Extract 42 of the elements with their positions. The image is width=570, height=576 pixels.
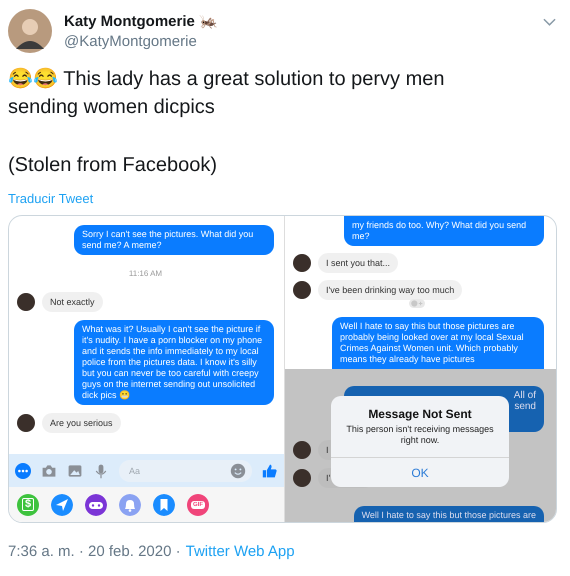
message-bubble: Sorry I can't see the pictures. What did you send me? A meme? [74,225,274,255]
cash-app-icon[interactable]: $ [17,494,39,516]
bookmark-app-icon[interactable] [153,494,175,516]
message-bubble: Not exactly [42,292,103,312]
message-bubble: Well I hate to say this but those pictures are [354,506,544,522]
avatar [293,469,311,487]
add-reaction-icon[interactable] [409,299,426,308]
message-input[interactable]: Aa [119,460,252,482]
send-app-icon[interactable] [51,494,73,516]
thumbs-up-icon[interactable] [262,462,278,478]
avatar [17,414,35,432]
image-icon[interactable] [67,462,83,478]
more-icon[interactable] [15,462,31,478]
dollar-sign: $ [22,498,34,511]
input-placeholder: Aa [129,466,140,476]
avatar [17,293,35,311]
tweet-text: 😂😂 This lady has a great solution to pervy men sending women dicpics [8,66,446,120]
chevron-down-icon[interactable] [543,18,556,26]
source-link[interactable]: Twitter Web App [186,543,295,560]
microphone-icon[interactable] [93,462,109,478]
tweet-text: (Stolen from Facebook) [8,153,218,178]
message-bubble: Well I hate to say this but those pictures are probably being looked over at my local Sexual Crimes Against Women unit. Which probably means they already have pictures [332,317,544,369]
avatar [293,441,311,459]
camera-icon[interactable] [41,462,57,478]
avatar[interactable] [8,9,52,53]
tweet-timestamp[interactable]: 7:36 a. m. · 20 feb. 2020 · [8,543,181,560]
translate-link[interactable]: Traducir Tweet [8,191,94,206]
avatar [293,281,311,299]
message-bubble: What was it? Usually I can't see the picture if it's nudity. I have a porn blocker on my phone and it sends the info immediately to my local police from the pictures data. I know it's silly but you can never be too careful with creepy guys on the internet sending out unsolicited dick pics 😬 [74,320,274,405]
author-handle[interactable]: @KatyMontgomerie [64,33,531,50]
avatar [293,254,311,272]
message-bubble: my friends do too. Why? What did you send me? [344,216,544,246]
author-name[interactable]: Katy Montgomerie 🦗 [64,12,531,30]
gamepad-app-icon[interactable] [85,494,107,516]
message-bubble: I've been drinking way too much [318,280,462,300]
message-bubble: Are you serious [42,413,121,433]
bell-app-icon[interactable] [119,494,141,516]
ok-button[interactable]: OK [331,457,509,487]
smiley-icon[interactable] [230,462,246,478]
message-bubble: I sent you that... [318,253,398,273]
message-time: 11:16 AM [128,269,164,278]
alert-title: Message Not Sent [368,407,472,421]
